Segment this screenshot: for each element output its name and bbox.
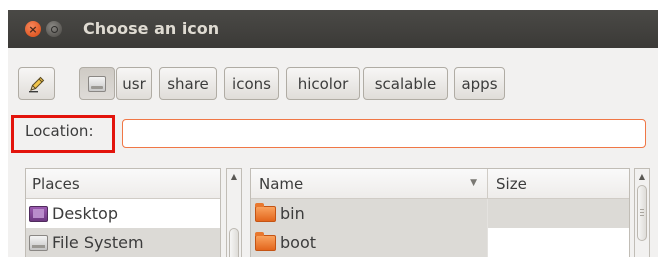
files-panel: Name ▼ Size bin boot bbox=[250, 168, 630, 257]
path-button-share[interactable]: share bbox=[159, 67, 217, 100]
thumb-grip bbox=[640, 212, 644, 213]
places-scroll-thumb[interactable] bbox=[229, 228, 239, 257]
file-name: boot bbox=[280, 233, 317, 252]
thumb-grip bbox=[640, 209, 644, 210]
path-button-label: usr bbox=[122, 74, 146, 93]
edit-location-button[interactable] bbox=[18, 67, 55, 100]
places-header[interactable]: Places bbox=[26, 169, 220, 199]
path-button-icons[interactable]: icons bbox=[224, 67, 279, 100]
file-size-cell bbox=[487, 228, 629, 257]
minimize-icon bbox=[50, 25, 58, 33]
places-panel: Places Desktop File System bbox=[25, 168, 221, 257]
path-button-scalable[interactable]: scalable bbox=[363, 67, 448, 100]
file-name: bin bbox=[280, 204, 305, 223]
close-icon: × bbox=[28, 22, 38, 36]
filesystem-icon bbox=[29, 234, 48, 251]
places-item-label: File System bbox=[52, 233, 144, 252]
path-root-button[interactable] bbox=[79, 67, 115, 100]
name-column-header[interactable]: Name ▼ bbox=[251, 169, 487, 199]
places-item-label: Desktop bbox=[52, 204, 118, 223]
path-button-label: scalable bbox=[374, 74, 437, 93]
path-button-apps[interactable]: apps bbox=[454, 67, 505, 100]
path-button-label: hicolor bbox=[297, 74, 349, 93]
path-button-label: share bbox=[167, 74, 209, 93]
location-input[interactable] bbox=[122, 119, 646, 148]
highlight-box bbox=[11, 115, 115, 153]
places-item-file-system[interactable]: File System bbox=[26, 228, 220, 257]
places-item-desktop[interactable]: Desktop bbox=[26, 199, 220, 228]
path-button-usr[interactable]: usr bbox=[116, 67, 152, 100]
pencil-icon bbox=[28, 76, 44, 92]
file-row-boot[interactable]: boot bbox=[251, 228, 487, 257]
folder-icon bbox=[255, 231, 276, 251]
close-window-button[interactable]: × bbox=[25, 21, 41, 37]
title-bar: × Choose an icon bbox=[8, 10, 658, 48]
window-title: Choose an icon bbox=[83, 19, 220, 38]
minimize-window-button[interactable] bbox=[46, 21, 62, 37]
harddisk-icon bbox=[88, 75, 106, 92]
desktop-icon bbox=[29, 205, 48, 222]
choose-icon-dialog: × Choose an icon usr share icons hicolor… bbox=[8, 10, 658, 257]
files-scrollbar[interactable]: ▲ bbox=[634, 168, 650, 257]
thumb-grip bbox=[640, 215, 644, 216]
scroll-up-arrow-icon[interactable]: ▲ bbox=[227, 172, 241, 181]
sort-down-icon: ▼ bbox=[470, 178, 477, 188]
path-button-hicolor[interactable]: hicolor bbox=[286, 67, 360, 100]
file-size-cell bbox=[487, 199, 629, 228]
size-column-header[interactable]: Size bbox=[487, 169, 629, 199]
folder-icon bbox=[255, 202, 276, 222]
places-header-label: Places bbox=[32, 175, 80, 193]
path-button-label: icons bbox=[232, 74, 271, 93]
places-scrollbar[interactable]: ▲ bbox=[226, 168, 242, 257]
file-row-bin[interactable]: bin bbox=[251, 199, 487, 228]
scroll-up-arrow-icon[interactable]: ▲ bbox=[635, 172, 649, 181]
files-scroll-thumb[interactable] bbox=[637, 185, 647, 241]
path-button-label: apps bbox=[461, 74, 498, 93]
size-column-label: Size bbox=[496, 175, 527, 193]
name-column-label: Name bbox=[259, 175, 304, 193]
